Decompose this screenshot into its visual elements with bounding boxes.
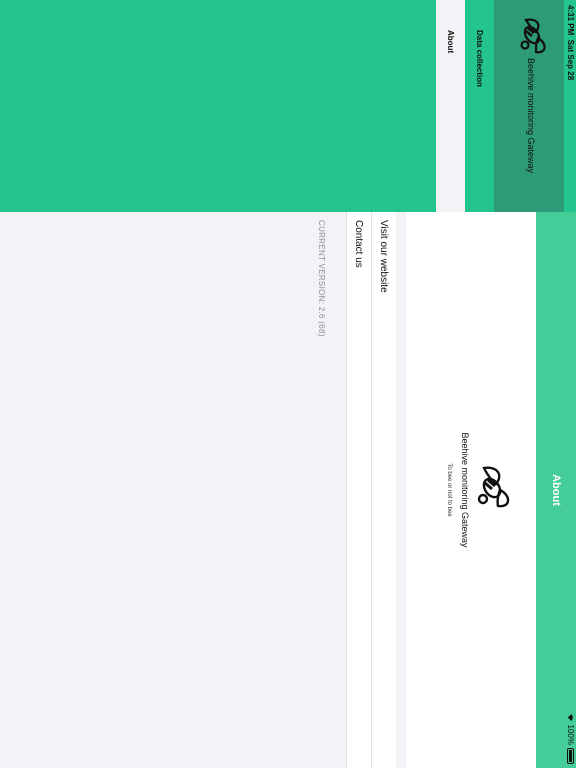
version-label: CURRENT VERSION: 2.6 (68) bbox=[317, 220, 326, 337]
list-item-label: Visit our website bbox=[378, 220, 390, 293]
status-time-text: 4:31 PM bbox=[566, 5, 575, 36]
battery-icon bbox=[567, 748, 574, 764]
sidebar-item-label: About bbox=[446, 30, 455, 54]
bee-logo-icon bbox=[520, 18, 546, 54]
about-content: Beehive monitoring Gateway To bee or not… bbox=[0, 212, 536, 768]
status-bar: 4:31 PM Sat Sep 28 100% bbox=[564, 0, 576, 768]
sidebar-header: Beehive monitoring Gateway bbox=[494, 0, 564, 212]
list-item-label: Contact us bbox=[353, 220, 365, 268]
app-name: Beehive monitoring Gateway bbox=[460, 432, 470, 548]
status-date-text: Sat Sep 28 bbox=[566, 39, 575, 81]
battery-percent: 100% bbox=[566, 724, 575, 745]
sidebar-app-title: Beehive monitoring Gateway bbox=[526, 58, 536, 174]
sidebar-item-about[interactable]: About bbox=[436, 0, 465, 212]
sidebar-item-label: Data collection bbox=[475, 30, 485, 87]
links-list: Visit our website Contact us bbox=[346, 212, 396, 768]
status-time: 4:31 PM Sat Sep 28 bbox=[566, 5, 575, 80]
sidebar-item-data-collection[interactable]: Data collection bbox=[466, 0, 494, 212]
wifi-icon bbox=[567, 713, 573, 721]
bee-logo-icon bbox=[477, 466, 510, 508]
status-right: 100% bbox=[566, 713, 575, 764]
section-separator bbox=[396, 212, 406, 768]
app-screen: Beehive monitoring Gateway Data collecti… bbox=[0, 0, 576, 768]
app-info-card: Beehive monitoring Gateway To bee or not… bbox=[406, 212, 536, 768]
visit-website-row[interactable]: Visit our website bbox=[371, 212, 396, 768]
app-tagline: To bee or not to bee bbox=[446, 463, 452, 517]
contact-us-row[interactable]: Contact us bbox=[346, 212, 371, 768]
sidebar: Beehive monitoring Gateway Data collecti… bbox=[0, 0, 576, 212]
